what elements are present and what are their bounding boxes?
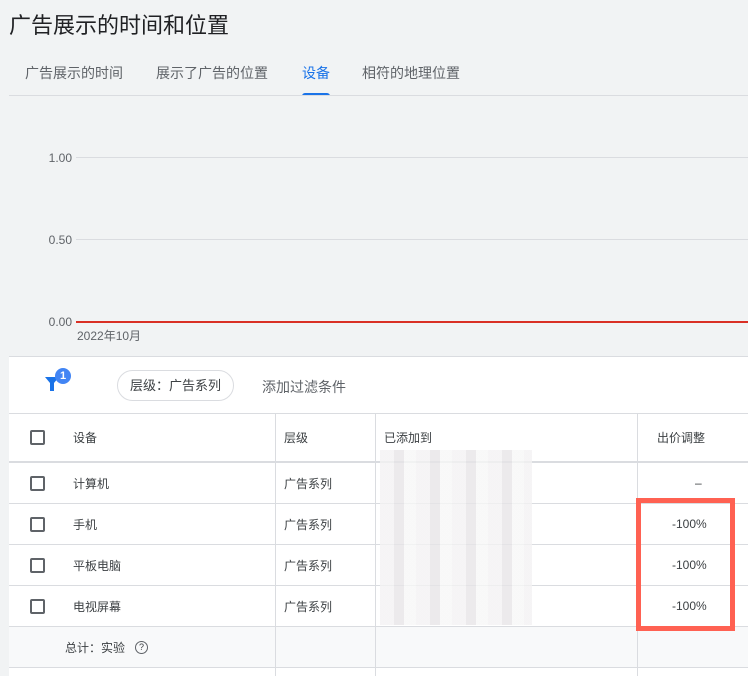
header-bid-adjustment[interactable]: 出价调整 [657,414,705,461]
y-tick-label: 0.00 [48,315,72,329]
highlight-box [636,498,735,631]
y-tick-label: 0.50 [48,233,72,247]
bid-adjustment[interactable]: – [695,463,702,503]
device-name: 手机 [73,517,98,532]
filter-count-badge: 1 [55,368,71,384]
series-line [76,321,748,323]
header-device[interactable]: 设备 [73,414,97,461]
divider [9,95,748,96]
device-name: 计算机 [73,476,110,491]
level: 广告系列 [284,599,333,614]
tab-placement[interactable]: 展示了广告的位置 [156,63,268,96]
row-checkbox[interactable] [30,476,45,491]
gridline [76,239,748,240]
level: 广告系列 [284,558,333,573]
column-divider [275,413,276,676]
device-name: 平板电脑 [73,558,122,573]
help-icon[interactable]: ? [135,627,148,667]
tab-time[interactable]: 广告展示的时间 [25,63,123,96]
filter-chip-level[interactable]: 层级：广告系列 [117,370,235,401]
x-tick-label: 2022年10月 [77,329,142,343]
total-label: 总计：实验 [65,640,126,655]
page-title: 广告展示的时间和位置 [9,13,230,38]
select-all-checkbox[interactable] [30,430,45,445]
level: 广告系列 [284,517,333,532]
y-tick-label: 1.00 [48,151,72,165]
row-checkbox[interactable] [30,517,45,532]
gridline [76,157,748,158]
device-name: 电视屏幕 [73,599,122,614]
row-checkbox[interactable] [30,599,45,614]
level: 广告系列 [284,476,333,491]
column-divider [375,413,376,676]
add-filter-button[interactable]: 添加过滤条件 [262,377,346,397]
header-level[interactable]: 层级 [284,414,308,461]
filter-button[interactable]: 1 [44,368,74,395]
redacted-area [380,450,532,625]
tab-geo[interactable]: 相符的地理位置 [362,63,460,96]
tab-devices[interactable]: 设备 [302,63,330,96]
row-checkbox[interactable] [30,558,45,573]
